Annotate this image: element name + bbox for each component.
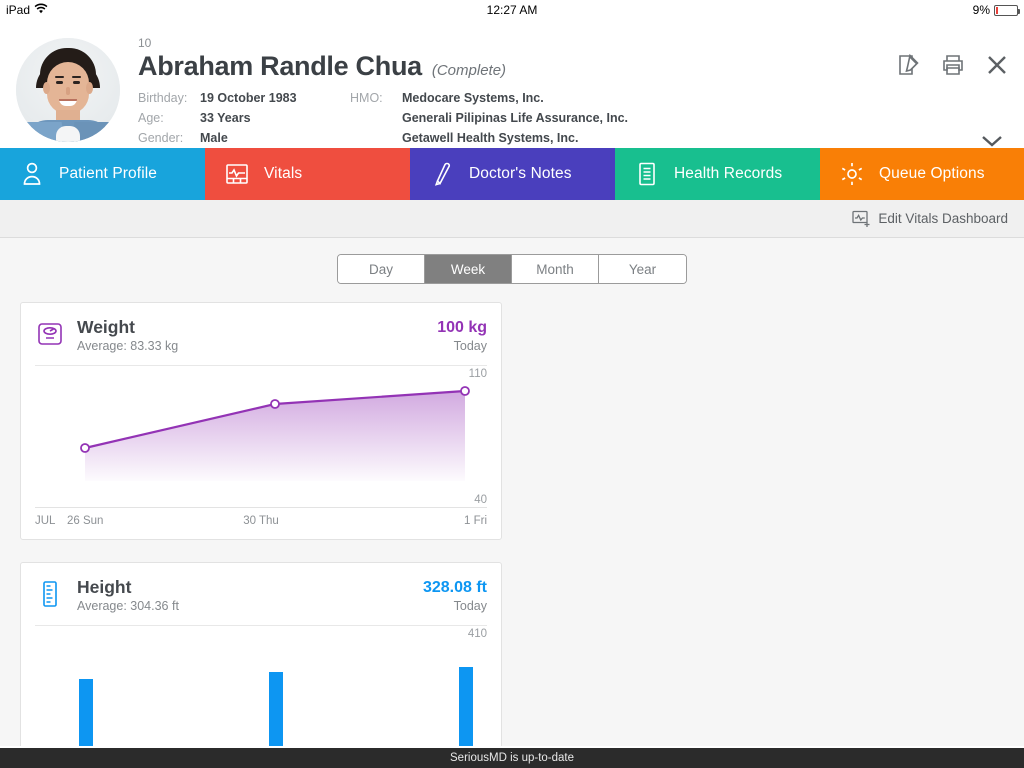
vitals-monitor-icon xyxy=(223,160,251,188)
height-bars xyxy=(35,638,487,746)
age-label: Age: xyxy=(138,111,164,125)
status-bar-clock: 12:27 AM xyxy=(486,3,538,17)
app-screen: iPad 12:27 AM 9% 10 Abraham Randle Chua … xyxy=(0,0,1024,768)
vitals-card-grid: Weight Average: 83.33 kg 100 kg Today 11… xyxy=(20,302,1004,746)
main-tab-bar: Patient Profile Vitals Doctor's Notes He… xyxy=(0,148,1024,200)
edit-vitals-dashboard-button[interactable]: Edit Vitals Dashboard xyxy=(852,210,1008,228)
battery-percent: 9% xyxy=(972,3,990,17)
x-tick-label: 30 Thu xyxy=(243,515,279,527)
patient-details: Birthday: 19 October 1983 Age: 33 Years … xyxy=(138,88,1008,148)
x-tick-label: 26 Sun xyxy=(67,515,104,527)
range-option-year[interactable]: Year xyxy=(599,255,686,283)
range-option-day[interactable]: Day xyxy=(338,255,425,283)
weight-x-labels: JUL 26 Sun 30 Thu 1 Fri xyxy=(35,508,487,536)
tab-vitals[interactable]: Vitals xyxy=(205,148,410,200)
user-icon xyxy=(18,160,46,188)
card-average: Average: 83.33 kg xyxy=(77,339,179,353)
birthday-row: Birthday: 19 October 1983 xyxy=(138,88,350,108)
chart-plus-icon xyxy=(852,210,872,228)
vitals-dashboard: Day Week Month Year Weight Average: 83.3… xyxy=(0,238,1024,746)
app-status-footer: SeriousMD is up-to-date xyxy=(0,748,1024,768)
card-today-label: Today xyxy=(453,599,487,613)
battery-icon xyxy=(994,4,1020,16)
tab-label: Health Records xyxy=(674,165,783,182)
edit-vitals-label: Edit Vitals Dashboard xyxy=(878,211,1008,226)
range-selector: Day Week Month Year xyxy=(337,254,687,284)
tab-label: Patient Profile xyxy=(59,165,157,182)
tab-queue-options[interactable]: Queue Options xyxy=(820,148,1024,200)
gender-label: Gender: xyxy=(138,131,184,145)
patient-hmo: HMO: Medocare Systems, Inc. Generali Pil… xyxy=(350,88,628,148)
avatar xyxy=(16,38,120,142)
tab-doctors-notes[interactable]: Doctor's Notes xyxy=(410,148,615,200)
height-chart: 410 0 xyxy=(35,626,487,746)
weight-chart: 110 40 xyxy=(35,366,487,508)
weight-series xyxy=(80,386,470,481)
gender-row: Gender: Male xyxy=(138,128,350,148)
patient-number: 10 xyxy=(138,36,152,50)
hmo-item: Medocare Systems, Inc. xyxy=(402,91,544,105)
header-actions xyxy=(896,52,1010,78)
hmo-list: Medocare Systems, Inc. Generali Pilipina… xyxy=(402,88,628,148)
print-icon[interactable] xyxy=(940,52,966,78)
bar xyxy=(269,672,283,746)
card-average: Average: 304.36 ft xyxy=(77,599,179,613)
hmo-label: HMO: xyxy=(350,91,383,105)
pencil-icon xyxy=(428,160,456,188)
patient-info: 10 Abraham Randle Chua (Complete) Birthd… xyxy=(138,34,1008,148)
tab-label: Doctor's Notes xyxy=(469,165,572,182)
range-option-month[interactable]: Month xyxy=(512,255,599,283)
hmo-item: Generali Pilipinas Life Assurance, Inc. xyxy=(402,111,629,125)
range-selector-wrap: Day Week Month Year xyxy=(20,254,1004,284)
x-month-label: JUL xyxy=(35,515,56,527)
patient-header: 10 Abraham Randle Chua (Complete) Birthd… xyxy=(0,20,1024,148)
card-title: Height xyxy=(77,577,132,597)
page-title: Abraham Randle Chua xyxy=(138,51,422,81)
tab-patient-profile[interactable]: Patient Profile xyxy=(0,148,205,200)
edit-note-icon[interactable] xyxy=(896,52,922,78)
card-today-label: Today xyxy=(453,339,487,353)
tab-label: Vitals xyxy=(264,165,303,182)
hmo-item: Getawell Health Systems, Inc. xyxy=(402,131,579,145)
card-value: 328.08 ft xyxy=(422,579,487,596)
tab-label: Queue Options xyxy=(879,165,985,182)
age-value: 33 Years xyxy=(200,111,251,125)
gender-value: Male xyxy=(200,131,228,145)
close-icon[interactable] xyxy=(984,52,1010,78)
tab-health-records[interactable]: Health Records xyxy=(615,148,820,200)
range-option-week[interactable]: Week xyxy=(425,255,512,283)
gear-icon xyxy=(838,160,866,188)
scale-icon xyxy=(35,319,65,349)
birthday-label: Birthday: xyxy=(138,91,188,105)
card-value: 100 kg xyxy=(437,319,487,336)
age-row: Age: 33 Years xyxy=(138,108,350,128)
bar xyxy=(79,679,93,746)
patient-demographics: Birthday: 19 October 1983 Age: 33 Years … xyxy=(138,88,350,148)
vitals-card-height[interactable]: Height Average: 304.36 ft 328.08 ft Toda… xyxy=(20,562,502,746)
x-tick-label: 1 Fri xyxy=(464,515,487,527)
status-text: SeriousMD is up-to-date xyxy=(450,752,574,764)
ruler-icon xyxy=(35,579,65,609)
bar xyxy=(459,667,473,746)
vitals-card-weight[interactable]: Weight Average: 83.33 kg 100 kg Today 11… xyxy=(20,302,502,540)
vitals-toolbar: Edit Vitals Dashboard xyxy=(0,200,1024,238)
status-bar-right: 9% xyxy=(972,3,1020,17)
birthday-value: 19 October 1983 xyxy=(200,91,297,105)
patient-name-row: Abraham Randle Chua (Complete) xyxy=(138,51,1008,82)
card-title: Weight xyxy=(77,317,136,337)
status-badge: (Complete) xyxy=(431,62,507,79)
records-icon xyxy=(633,160,661,188)
ios-status-bar: iPad 12:27 AM 9% xyxy=(0,0,1024,20)
